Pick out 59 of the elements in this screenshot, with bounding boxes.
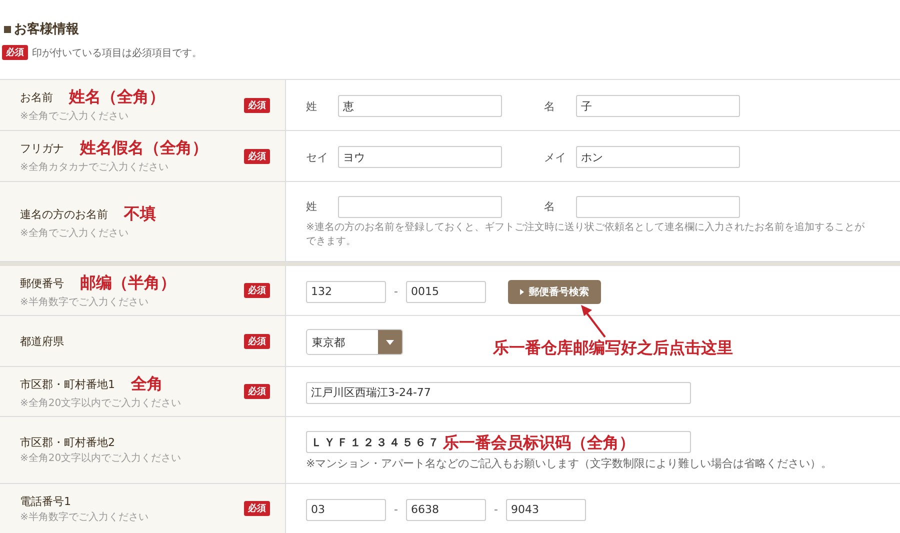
input-field[interactable] [338, 196, 502, 218]
required-badge: 必須 [244, 148, 270, 164]
field-hint: ※半角数字でご入力ください [20, 510, 148, 524]
dropdown-icon [386, 340, 394, 344]
square-bullet-icon [4, 26, 11, 32]
field-hint: ※全角20文字以内でご入力ください [20, 396, 182, 410]
separator: - [393, 285, 399, 298]
field-name: 電話番号1 [20, 494, 71, 508]
input-field[interactable] [576, 196, 740, 218]
required-badge: 必須 [244, 283, 270, 298]
required-badge: 必須 [2, 45, 28, 60]
input-field[interactable]: 恵 [338, 95, 502, 117]
input-field[interactable]: 132 [306, 280, 386, 302]
annotation: 不填 [124, 204, 156, 224]
field-name: 連名の方のお名前 [20, 206, 108, 222]
field-hint: ※全角カタカナでご入力ください [20, 160, 170, 174]
separator: - [492, 503, 499, 516]
input-field[interactable]: 子 [576, 95, 740, 117]
field-name: 都道府県 [20, 334, 64, 348]
play-icon [520, 288, 524, 294]
input-field[interactable]: 0015 [406, 280, 486, 302]
separator: - [393, 503, 399, 516]
input-field[interactable]: 6638 [406, 498, 486, 520]
required-badge: 必須 [244, 334, 270, 348]
annotation: 乐一番会员标识码（全角） [443, 433, 635, 454]
field-name: 市区郡・町村番地1 [20, 376, 115, 392]
field-hint: ※半角数字でご入力ください [20, 296, 150, 308]
input-field[interactable]: 03 [306, 498, 386, 520]
field-note: ※連名の方のお名前を登録しておくと、ギフトご注文時に送り状ご依頼名として連名欄に入力されたお名前を追加することができます。 [306, 220, 866, 249]
section-title: お客様情報 [14, 20, 79, 38]
input-field[interactable]: 江戸川区西瑞江3-24-77 [306, 382, 691, 404]
annotation: 乐一番仓库邮编写好之后点击这里 [492, 338, 733, 358]
field-label: 姓 [306, 98, 318, 114]
annotation: 姓名（全角） [69, 87, 165, 108]
field-hint: ※全角20文字以内でご入力ください [20, 452, 182, 465]
annotation: 邮编（半角） [80, 272, 176, 294]
field-label: 名 [544, 199, 556, 214]
field-label: メイ [544, 150, 566, 164]
annotation: 姓名假名（全角） [80, 138, 208, 159]
required-badge: 必須 [244, 384, 270, 399]
required-badge: 必須 [244, 501, 270, 516]
input-field[interactable]: ヨウ [338, 146, 502, 168]
postal-search-button[interactable]: 郵便番号検索 [508, 280, 601, 304]
prefecture-select[interactable]: 東京都 [306, 329, 403, 355]
field-name: 市区郡・町村番地2 [20, 435, 115, 450]
field-name: お名前 [20, 90, 53, 105]
field-name: 郵便番号 [20, 276, 64, 290]
annotation: 全角 [131, 374, 163, 394]
input-field[interactable]: 9043 [506, 498, 586, 520]
field-note: ※マンション・アパート名などのご記入もお願いします（文字数制限により難しい場合は省略ください）。 [306, 456, 834, 471]
field-hint: ※全角でご入力ください [20, 110, 130, 123]
legend-text: 印が付いている項目は必須項目です。 [32, 46, 202, 60]
input-field[interactable]: ホン [576, 146, 740, 168]
field-label: 姓 [306, 199, 318, 214]
required-badge: 必須 [244, 98, 270, 112]
field-hint: ※全角でご入力ください [20, 226, 130, 240]
field-label: 名 [544, 98, 556, 114]
field-label: セイ [306, 150, 328, 164]
field-name: フリガナ [20, 141, 64, 156]
